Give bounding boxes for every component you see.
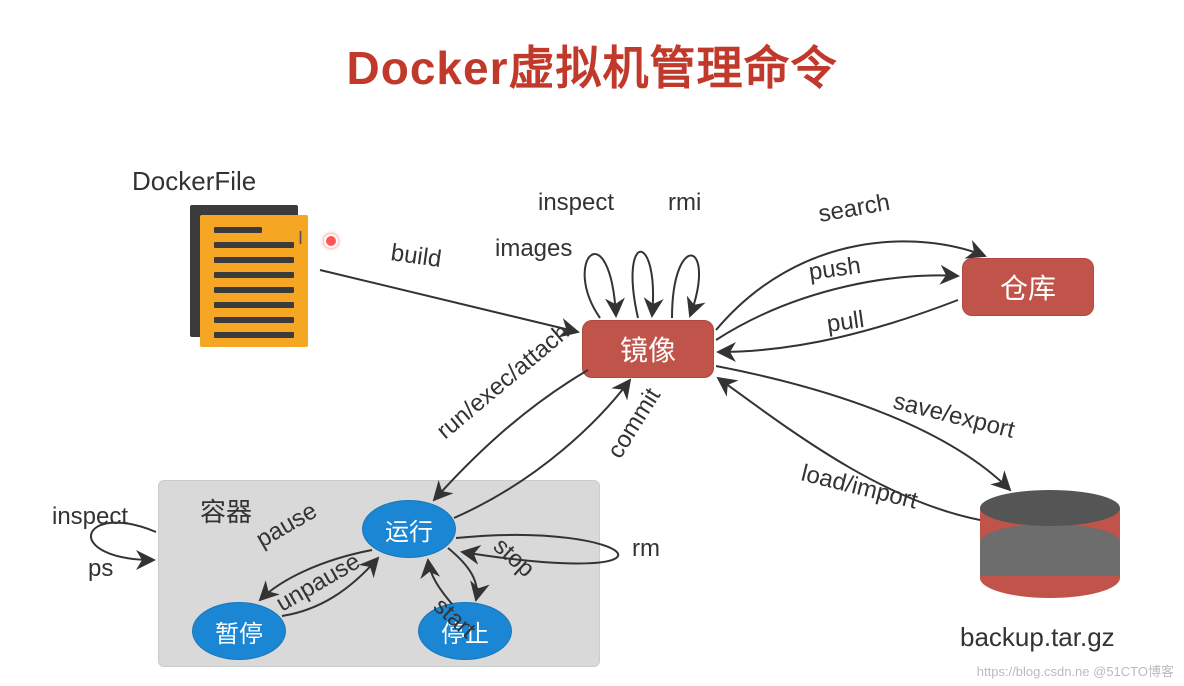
edge-pull: pull xyxy=(825,306,866,338)
dockerfile-icon xyxy=(190,205,310,345)
edge-rmi: rmi xyxy=(668,189,701,216)
backup-file-icon xyxy=(980,490,1120,610)
edge-inspect-img: inspect xyxy=(538,189,614,216)
node-paused: 暂停 xyxy=(192,602,286,660)
edge-images: images xyxy=(495,235,572,262)
edge-build: build xyxy=(389,239,443,273)
node-stopped: 停止 xyxy=(418,602,512,660)
edge-push: push xyxy=(807,252,862,286)
edge-commit: commit xyxy=(602,383,666,463)
edge-search: search xyxy=(816,189,892,228)
backup-label: backup.tar.gz xyxy=(960,622,1115,653)
laser-pointer-dot xyxy=(324,234,338,248)
edge-load-import: load/import xyxy=(799,460,921,515)
edge-rm: rm xyxy=(632,535,660,562)
container-label: 容器 xyxy=(200,492,252,529)
node-repo: 仓库 xyxy=(962,258,1094,316)
node-running: 运行 xyxy=(362,500,456,558)
dockerfile-label: DockerFile xyxy=(132,166,256,197)
node-image: 镜像 xyxy=(582,320,714,378)
edge-inspect-ctr: inspect xyxy=(52,503,128,530)
page-title: Docker虚拟机管理命令 xyxy=(0,32,1184,98)
watermark: https://blog.csdn.ne @51CTO博客 xyxy=(977,661,1174,680)
edge-save-export: save/export xyxy=(891,388,1018,444)
edge-run-exec-attach: run/exec/attach xyxy=(432,318,575,444)
text-cursor-icon: I xyxy=(298,228,312,248)
edge-ps: ps xyxy=(88,555,113,582)
